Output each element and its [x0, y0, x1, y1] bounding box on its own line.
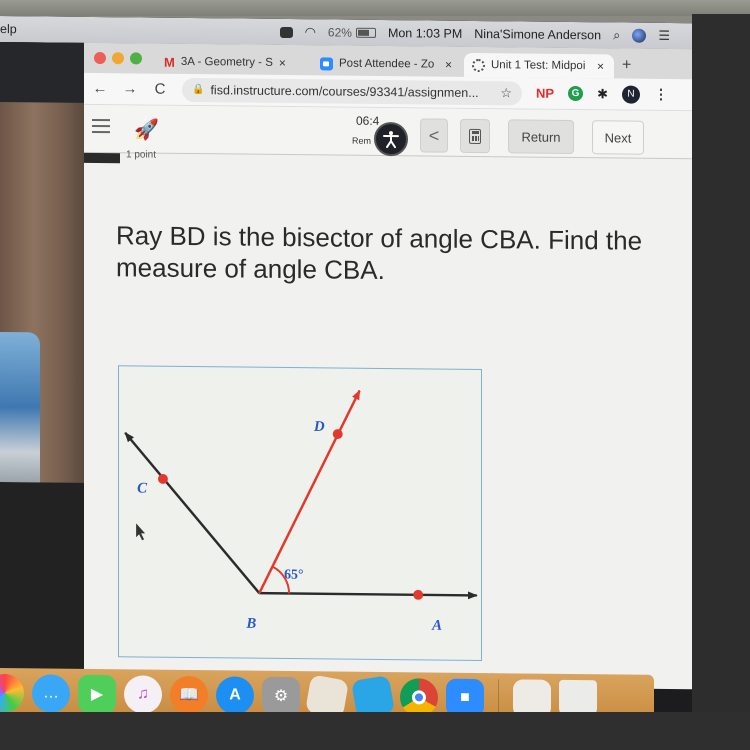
- battery-percent: 62%: [327, 25, 352, 40]
- extensions-area: NP G ✱ N ⋮: [536, 84, 668, 104]
- lock-icon: 🔒: [192, 84, 205, 96]
- profile-avatar[interactable]: N: [621, 85, 640, 104]
- new-tab-button[interactable]: +: [622, 57, 631, 75]
- browser-menu-icon[interactable]: ⋮: [654, 86, 668, 103]
- grammarly-extension-icon[interactable]: G: [568, 85, 584, 102]
- quiz-toolbar: 🚀 06:4 Rem < Return Next: [84, 104, 692, 160]
- angle-diagram-svg: C D B A 65°: [124, 389, 478, 634]
- ray-ba: [259, 591, 478, 600]
- close-tab-icon[interactable]: ×: [597, 59, 604, 73]
- clock[interactable]: Mon 1:03 PM: [388, 26, 462, 41]
- dock-system-preferences-icon[interactable]: ⚙: [262, 676, 300, 716]
- dock-app-store-icon[interactable]: A: [216, 676, 254, 715]
- dock-books-icon[interactable]: 📖: [170, 675, 208, 715]
- menu-help[interactable]: elp: [0, 22, 17, 36]
- battery-icon: [355, 27, 376, 38]
- np-extension-icon[interactable]: NP: [536, 86, 554, 101]
- angle-diagram: C D B A 65°: [118, 365, 482, 662]
- timer-text: 06:4: [356, 113, 380, 128]
- question-number-badge: [84, 152, 120, 164]
- user-name[interactable]: Nina'Simone Anderson: [474, 27, 601, 42]
- question-points: 1 point: [126, 149, 157, 161]
- zoom-meeting-icon[interactable]: [279, 26, 293, 38]
- video-feed-water-cooler: [0, 332, 40, 483]
- wifi-icon[interactable]: ◠: [305, 24, 316, 40]
- point-d: [332, 429, 343, 440]
- accessibility-icon[interactable]: [374, 121, 408, 157]
- close-window-button[interactable]: [94, 51, 106, 65]
- label-a: A: [431, 618, 442, 634]
- dock-facetime-icon[interactable]: ▶: [78, 674, 116, 714]
- back-button[interactable]: ←: [92, 80, 108, 97]
- dock-chrome-icon[interactable]: [400, 678, 438, 723]
- battery-status[interactable]: 62%: [328, 25, 376, 40]
- tab-label: 3A - Geometry - S: [180, 55, 273, 69]
- angle-measure-label: 65°: [284, 568, 303, 583]
- spotlight-search-icon[interactable]: ⌕: [613, 27, 620, 43]
- video-top-strip: [0, 42, 84, 103]
- question-text: Ray BD is the bisector of angle CBA. Fin…: [116, 220, 643, 286]
- zoom-video-panel: ›: [0, 42, 84, 723]
- gmail-icon: M: [164, 54, 175, 70]
- monitor-bezel-right: [692, 14, 750, 750]
- canvas-icon: [472, 58, 485, 72]
- ray-bc: [124, 432, 261, 594]
- reload-button[interactable]: C: [152, 81, 168, 98]
- forward-button[interactable]: →: [122, 80, 138, 97]
- mouse-cursor-icon: [136, 523, 146, 541]
- window-controls: [94, 51, 142, 65]
- dock-music-icon[interactable]: ♫: [124, 675, 162, 720]
- timer-remaining-label: Rem: [352, 135, 372, 146]
- tab-strip: M 3A - Geometry - S × Post Attendee - Zo…: [84, 42, 692, 80]
- rocket-icon[interactable]: 🚀: [134, 117, 159, 142]
- hamburger-menu-icon[interactable]: [92, 118, 110, 137]
- extensions-puzzle-icon[interactable]: ✱: [597, 86, 608, 102]
- dock-messages-icon[interactable]: …: [32, 674, 70, 713]
- calculator-button[interactable]: [460, 118, 490, 154]
- monitor-bezel-bottom: [0, 712, 750, 750]
- next-button[interactable]: Next: [592, 120, 644, 155]
- maximize-window-button[interactable]: [130, 52, 142, 65]
- return-button[interactable]: Return: [508, 119, 574, 155]
- zoom-icon: [320, 56, 333, 70]
- label-c: C: [137, 481, 148, 497]
- browser-window: M 3A - Geometry - S × Post Attendee - Zo…: [84, 42, 692, 690]
- close-tab-icon[interactable]: ×: [279, 56, 286, 70]
- tab-unit-1-test[interactable]: Unit 1 Test: Midpoi ×: [464, 52, 614, 79]
- bookmark-star-icon[interactable]: ☆: [500, 85, 512, 101]
- monitor-frame-top: [0, 0, 750, 16]
- dock-photos-icon[interactable]: [0, 673, 24, 713]
- close-tab-icon[interactable]: ×: [445, 58, 452, 72]
- label-d: D: [313, 419, 325, 435]
- accessibility-figure-icon: [383, 131, 399, 149]
- notification-center-icon[interactable]: ☰: [658, 28, 670, 44]
- siri-icon[interactable]: [632, 28, 647, 43]
- tab-label: Unit 1 Test: Midpoi: [491, 59, 586, 73]
- point-c: [157, 473, 168, 484]
- point-a: [413, 589, 424, 600]
- address-bar[interactable]: 🔒 fisd.instructure.com/courses/93341/ass…: [182, 77, 522, 105]
- tab-geometry[interactable]: M 3A - Geometry - S ×: [156, 50, 294, 75]
- minimize-window-button[interactable]: [112, 52, 124, 65]
- label-b: B: [245, 616, 256, 632]
- tab-label: Post Attendee - Zo: [339, 57, 435, 71]
- url-text[interactable]: fisd.instructure.com/courses/93341/assig…: [210, 83, 494, 100]
- screen: elp ◠ 62% Mon 1:03 PM Nina'Simone Anders…: [0, 16, 692, 724]
- calculator-icon: [469, 128, 481, 144]
- previous-question-button[interactable]: <: [420, 118, 448, 153]
- tab-post-attendee[interactable]: Post Attendee - Zo ×: [312, 51, 460, 77]
- ray-bd: [258, 389, 361, 594]
